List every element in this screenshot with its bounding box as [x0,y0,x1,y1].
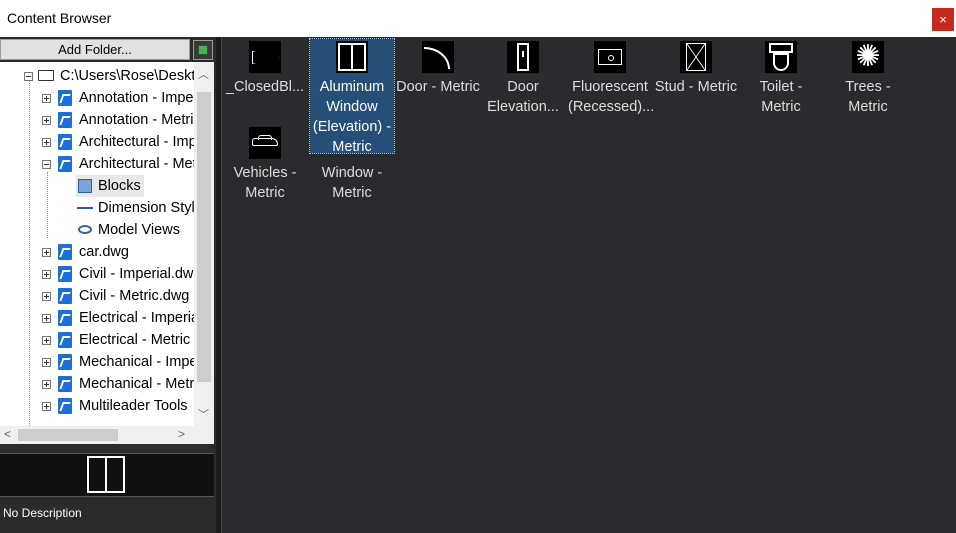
block-label: Door - Metric [396,79,480,95]
block-label: Window - Metric [321,165,383,201]
block-label: Door Elevation... [487,79,559,115]
drawing-file-icon [58,354,72,370]
tree-vertical-scrollbar[interactable]: ︿ ﹀ [194,62,214,426]
title-bar: Content Browser × [0,0,956,37]
block-label: Stud - Metric [654,79,738,95]
block-item[interactable]: Trees - Metric [826,39,910,125]
block-item[interactable]: _ClosedBl... [223,39,307,125]
expand-icon[interactable] [42,94,51,103]
drawing-file-icon [58,376,72,392]
block-label: Fluorescent (Recessed)... [568,79,655,115]
tree-item-label: Architectural - Metric [79,156,194,172]
closed-arrow-icon [249,41,281,73]
tree-item-label: Annotation - Metric [79,112,194,128]
drawing-file-icon [58,310,72,326]
tree-item-label: Mechanical - Metric [79,376,194,392]
expand-icon[interactable] [42,292,51,301]
drawing-file-icon [58,288,72,304]
drawing-file-icon [58,266,72,282]
scroll-down-icon[interactable]: ﹀ [198,406,209,422]
vehicle-icon [249,127,281,159]
tree-item-label: Electrical - Imperial [79,310,194,326]
tree-item-label: Annotation - Imperial [79,90,194,106]
tree-item-label: Multileader Tools [79,398,188,414]
tree-guide-line [29,76,30,426]
block-item-selected[interactable]: Aluminum Window (Elevation) - Metric [309,38,395,155]
tree-horizontal-scrollbar[interactable]: < > [0,426,194,444]
block-label: Vehicles - Metric [233,165,297,201]
tree-item-label: Blocks [98,178,141,194]
fluorescent-light-icon [594,41,626,73]
drawing-file-icon [58,244,72,260]
block-item[interactable]: Window - Metric [310,163,394,203]
drawing-file-icon [58,156,72,172]
scroll-thumb[interactable] [18,429,118,441]
tree-icon [852,41,884,73]
expand-icon[interactable] [42,380,51,389]
expand-icon[interactable] [42,314,51,323]
dimension-style-icon [77,207,93,209]
block-item[interactable]: Fluorescent (Recessed)... [568,39,655,125]
scroll-right-icon[interactable]: > [178,427,185,441]
blocks-icon [78,179,92,193]
drawing-file-icon [58,134,72,150]
block-label: _ClosedBl... [225,79,305,95]
tree-item-label: Electrical - Metric [79,332,191,348]
tree-item-label: Dimension Styles [98,200,194,216]
eye-icon [78,225,92,234]
tree-item-label: Civil - Imperial.dwg [79,266,194,282]
block-label: Toilet - Metric [759,79,803,115]
door-elevation-icon [507,41,539,73]
tree-item-blocks[interactable]: Blocks [76,175,144,197]
description-text: No Description [3,506,82,520]
block-item[interactable]: Door Elevation... [481,39,565,125]
expand-icon[interactable] [42,138,51,147]
block-item[interactable]: Door - Metric [396,39,480,125]
expand-icon[interactable] [42,336,51,345]
tree-item-label: Mechanical - Imperial [79,354,194,370]
expand-icon[interactable] [42,358,51,367]
drawing-file-icon [58,90,72,106]
tree-root-label: C:\Users\Rose\Desktop [60,68,194,84]
toilet-icon [765,41,797,73]
folder-open-icon [38,70,54,81]
block-item[interactable]: Toilet - Metric [739,39,823,125]
tree-item-label: Civil - Metric.dwg [79,288,190,304]
expand-icon[interactable] [42,402,51,411]
block-preview [0,453,214,497]
tree-item-label: car.dwg [79,244,129,260]
scroll-thumb[interactable] [197,92,211,382]
tree-item-label: Model Views [98,222,180,238]
expand-icon[interactable] [42,248,51,257]
drawing-file-icon [58,332,72,348]
close-button[interactable]: × [932,8,954,31]
blocks-grid: _ClosedBl... Aluminum Window (Elevation)… [222,37,956,533]
expand-icon[interactable] [42,116,51,125]
stud-icon [680,41,712,73]
scrollbar-corner [194,426,214,444]
scroll-up-icon[interactable]: ︿ [198,66,209,82]
expand-icon[interactable] [42,270,51,279]
block-item[interactable]: Stud - Metric [654,39,738,125]
refresh-icon[interactable] [193,40,213,60]
block-label: Aluminum Window (Elevation) - Metric [312,79,392,155]
block-label: Trees - Metric [845,79,891,115]
aluminum-window-icon [336,41,368,73]
tree-guide-line [47,172,48,238]
folder-tree[interactable]: C:\Users\Rose\Desktop Annotation - Imper… [0,62,194,426]
block-item[interactable]: Vehicles - Metric [223,125,307,211]
drawing-file-icon [58,112,72,128]
aluminum-window-preview-icon [87,456,125,493]
description-panel: No Description [0,497,214,533]
scroll-left-icon[interactable]: < [4,427,11,441]
collapse-icon[interactable] [24,72,33,81]
add-folder-button[interactable]: Add Folder... [0,39,190,60]
drawing-file-icon [58,398,72,414]
tree-item-label: Architectural - Imperial [79,134,194,150]
window-title: Content Browser [7,10,112,26]
collapse-icon[interactable] [42,160,51,169]
door-swing-icon [422,41,454,73]
